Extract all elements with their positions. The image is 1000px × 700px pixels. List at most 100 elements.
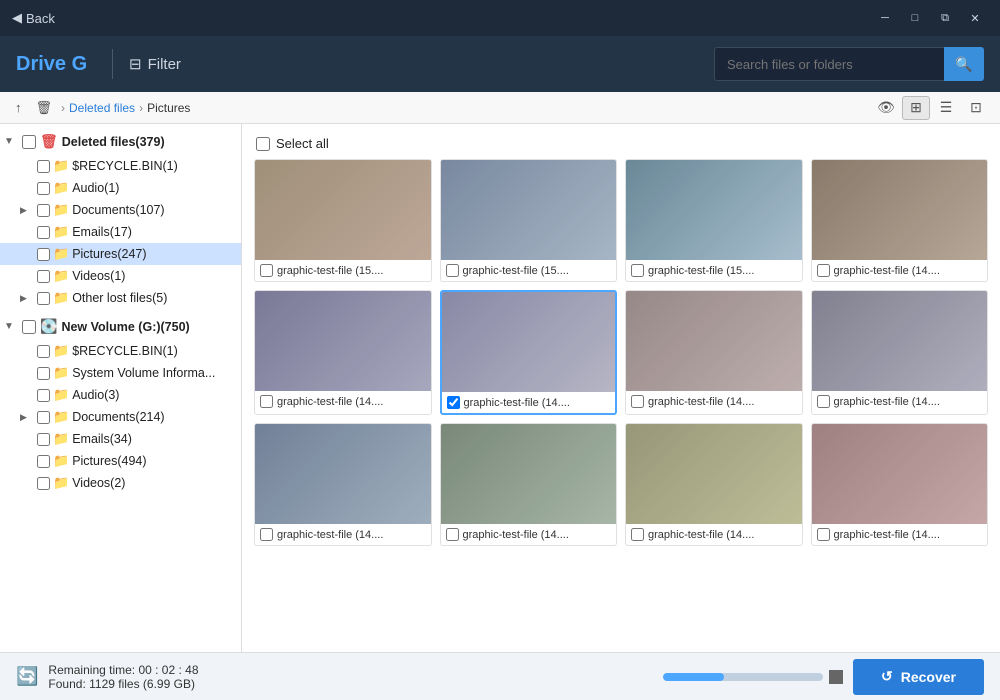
checkbox-emails2[interactable] (37, 433, 50, 446)
file-checkbox[interactable] (817, 528, 830, 541)
restore-button[interactable]: ⧉ (932, 7, 958, 29)
file-card[interactable]: graphic-test-file (14.... (440, 290, 618, 415)
file-card[interactable]: graphic-test-file (14.... (625, 290, 803, 415)
file-thumbnail (626, 160, 802, 260)
file-checkbox[interactable] (817, 264, 830, 277)
sidebar-item-otherlost[interactable]: ▶ 📁 Other lost files(5) (0, 287, 241, 309)
file-thumbnail (441, 424, 617, 524)
file-checkbox[interactable] (260, 395, 273, 408)
checkbox-sysvolume[interactable] (37, 367, 50, 380)
file-card[interactable]: graphic-test-file (15.... (440, 159, 618, 282)
view-detail-button[interactable]: ⊡ (962, 96, 990, 120)
checkbox-documents1[interactable] (37, 204, 50, 217)
file-card[interactable]: graphic-test-file (14.... (254, 423, 432, 546)
checkbox-pictures1[interactable] (37, 248, 50, 261)
maximize-button[interactable]: □ (902, 7, 928, 29)
checkbox-volume-section[interactable] (22, 320, 36, 334)
file-checkbox[interactable] (260, 528, 273, 541)
sidebar-item-pictures2[interactable]: 📁 Pictures(494) (0, 450, 241, 472)
checkbox-recycle2[interactable] (37, 345, 50, 358)
select-all-bar: Select all (250, 132, 992, 159)
sidebar-section-volume[interactable]: ▼ 💽 New Volume (G:)(750) (0, 313, 241, 340)
checkbox-videos2[interactable] (37, 477, 50, 490)
view-controls: 👁 ⊞ ☰ ⊡ (872, 96, 990, 120)
close-button[interactable]: ✕ (962, 7, 988, 29)
checkbox-deleted-section[interactable] (22, 135, 36, 149)
minimize-button[interactable]: ─ (872, 7, 898, 29)
checkbox-otherlost[interactable] (37, 292, 50, 305)
file-checkbox[interactable] (260, 264, 273, 277)
checkbox-emails1[interactable] (37, 226, 50, 239)
search-icon: 🔍 (955, 56, 972, 73)
filter-button[interactable]: ⊟ Filter (129, 55, 181, 73)
folder-icon: 📁 (53, 224, 69, 240)
breadcrumb-up-button[interactable]: ↑ (10, 98, 27, 117)
file-thumbnail (441, 160, 617, 260)
select-all-label[interactable]: Select all (276, 136, 329, 151)
checkbox-pictures2[interactable] (37, 455, 50, 468)
file-checkbox[interactable] (631, 264, 644, 277)
search-input[interactable] (714, 47, 944, 81)
file-card[interactable]: graphic-test-file (14.... (440, 423, 618, 546)
file-card[interactable]: graphic-test-file (15.... (625, 159, 803, 282)
sidebar-item-videos2[interactable]: 📁 Videos(2) (0, 472, 241, 494)
file-checkbox[interactable] (446, 528, 459, 541)
stop-button[interactable] (829, 670, 843, 684)
sidebar-item-recycle2[interactable]: 📁 $RECYCLE.BIN(1) (0, 340, 241, 362)
file-thumbnail (812, 291, 988, 391)
file-checkbox[interactable] (817, 395, 830, 408)
file-card[interactable]: graphic-test-file (14.... (811, 290, 989, 415)
file-name: graphic-test-file (14.... (464, 397, 570, 409)
file-thumbnail (812, 424, 988, 524)
sidebar-section-deleted[interactable]: ▼ 🗑 Deleted files(379) (0, 128, 241, 155)
folder-icon: 📁 (53, 158, 69, 174)
sidebar-label-audio1: Audio(1) (72, 181, 119, 195)
file-checkbox[interactable] (447, 396, 460, 409)
hdd-icon: 💽 (40, 318, 57, 335)
file-info: graphic-test-file (14.... (812, 260, 988, 281)
sidebar-item-videos1[interactable]: 📁 Videos(1) (0, 265, 241, 287)
file-card[interactable]: graphic-test-file (14.... (254, 290, 432, 415)
file-card[interactable]: graphic-test-file (14.... (811, 159, 989, 282)
sidebar-item-audio2[interactable]: 📁 Audio(3) (0, 384, 241, 406)
view-list-button[interactable]: ☰ (932, 96, 960, 120)
sidebar-item-recycle1[interactable]: 📁 $RECYCLE.BIN(1) (0, 155, 241, 177)
sidebar-item-documents2[interactable]: ▶ 📁 Documents(214) (0, 406, 241, 428)
sidebar-item-audio1[interactable]: 📁 Audio(1) (0, 177, 241, 199)
file-card[interactable]: graphic-test-file (14.... (811, 423, 989, 546)
sidebar-item-sysvolume[interactable]: 📁 System Volume Informa... (0, 362, 241, 384)
back-button[interactable]: ◀ Back (12, 10, 55, 26)
file-checkbox[interactable] (631, 528, 644, 541)
sidebar-label-sysvolume: System Volume Informa... (72, 366, 215, 380)
view-grid-button[interactable]: ⊞ (902, 96, 930, 120)
sidebar-item-pictures1[interactable]: 📁 Pictures(247) (0, 243, 241, 265)
sidebar-label-documents2: Documents(214) (72, 410, 164, 424)
breadcrumb-deleted-files[interactable]: Deleted files (69, 101, 135, 115)
file-info: graphic-test-file (15.... (255, 260, 431, 281)
file-thumbnail (812, 160, 988, 260)
back-icon: ◀ (12, 10, 22, 26)
file-card[interactable]: graphic-test-file (15.... (254, 159, 432, 282)
file-checkbox[interactable] (631, 395, 644, 408)
checkbox-audio2[interactable] (37, 389, 50, 402)
recover-button[interactable]: ↺ Recover (853, 659, 984, 695)
sidebar-item-emails1[interactable]: 📁 Emails(17) (0, 221, 241, 243)
breadcrumb-bar: ↑ 🗑 › Deleted files › Pictures 👁 ⊞ ☰ ⊡ (0, 92, 1000, 124)
file-info: graphic-test-file (14.... (255, 391, 431, 412)
breadcrumb-trash-button[interactable]: 🗑 (31, 98, 58, 118)
search-button[interactable]: 🔍 (944, 47, 984, 81)
file-checkbox[interactable] (446, 264, 459, 277)
file-card[interactable]: graphic-test-file (14.... (625, 423, 803, 546)
select-all-checkbox[interactable] (256, 137, 270, 151)
view-preview-button[interactable]: 👁 (872, 96, 900, 120)
bottom-bar: 🔄 Remaining time: 00 : 02 : 48 Found: 11… (0, 652, 1000, 700)
checkbox-videos1[interactable] (37, 270, 50, 283)
progress-bar-outer (663, 673, 823, 681)
checkbox-recycle1[interactable] (37, 160, 50, 173)
checkbox-audio1[interactable] (37, 182, 50, 195)
checkbox-documents2[interactable] (37, 411, 50, 424)
sidebar: ▼ 🗑 Deleted files(379) 📁 $RECYCLE.BIN(1)… (0, 124, 242, 652)
trash-icon: 🗑 (40, 133, 58, 150)
sidebar-item-documents1[interactable]: ▶ 📁 Documents(107) (0, 199, 241, 221)
sidebar-item-emails2[interactable]: 📁 Emails(34) (0, 428, 241, 450)
